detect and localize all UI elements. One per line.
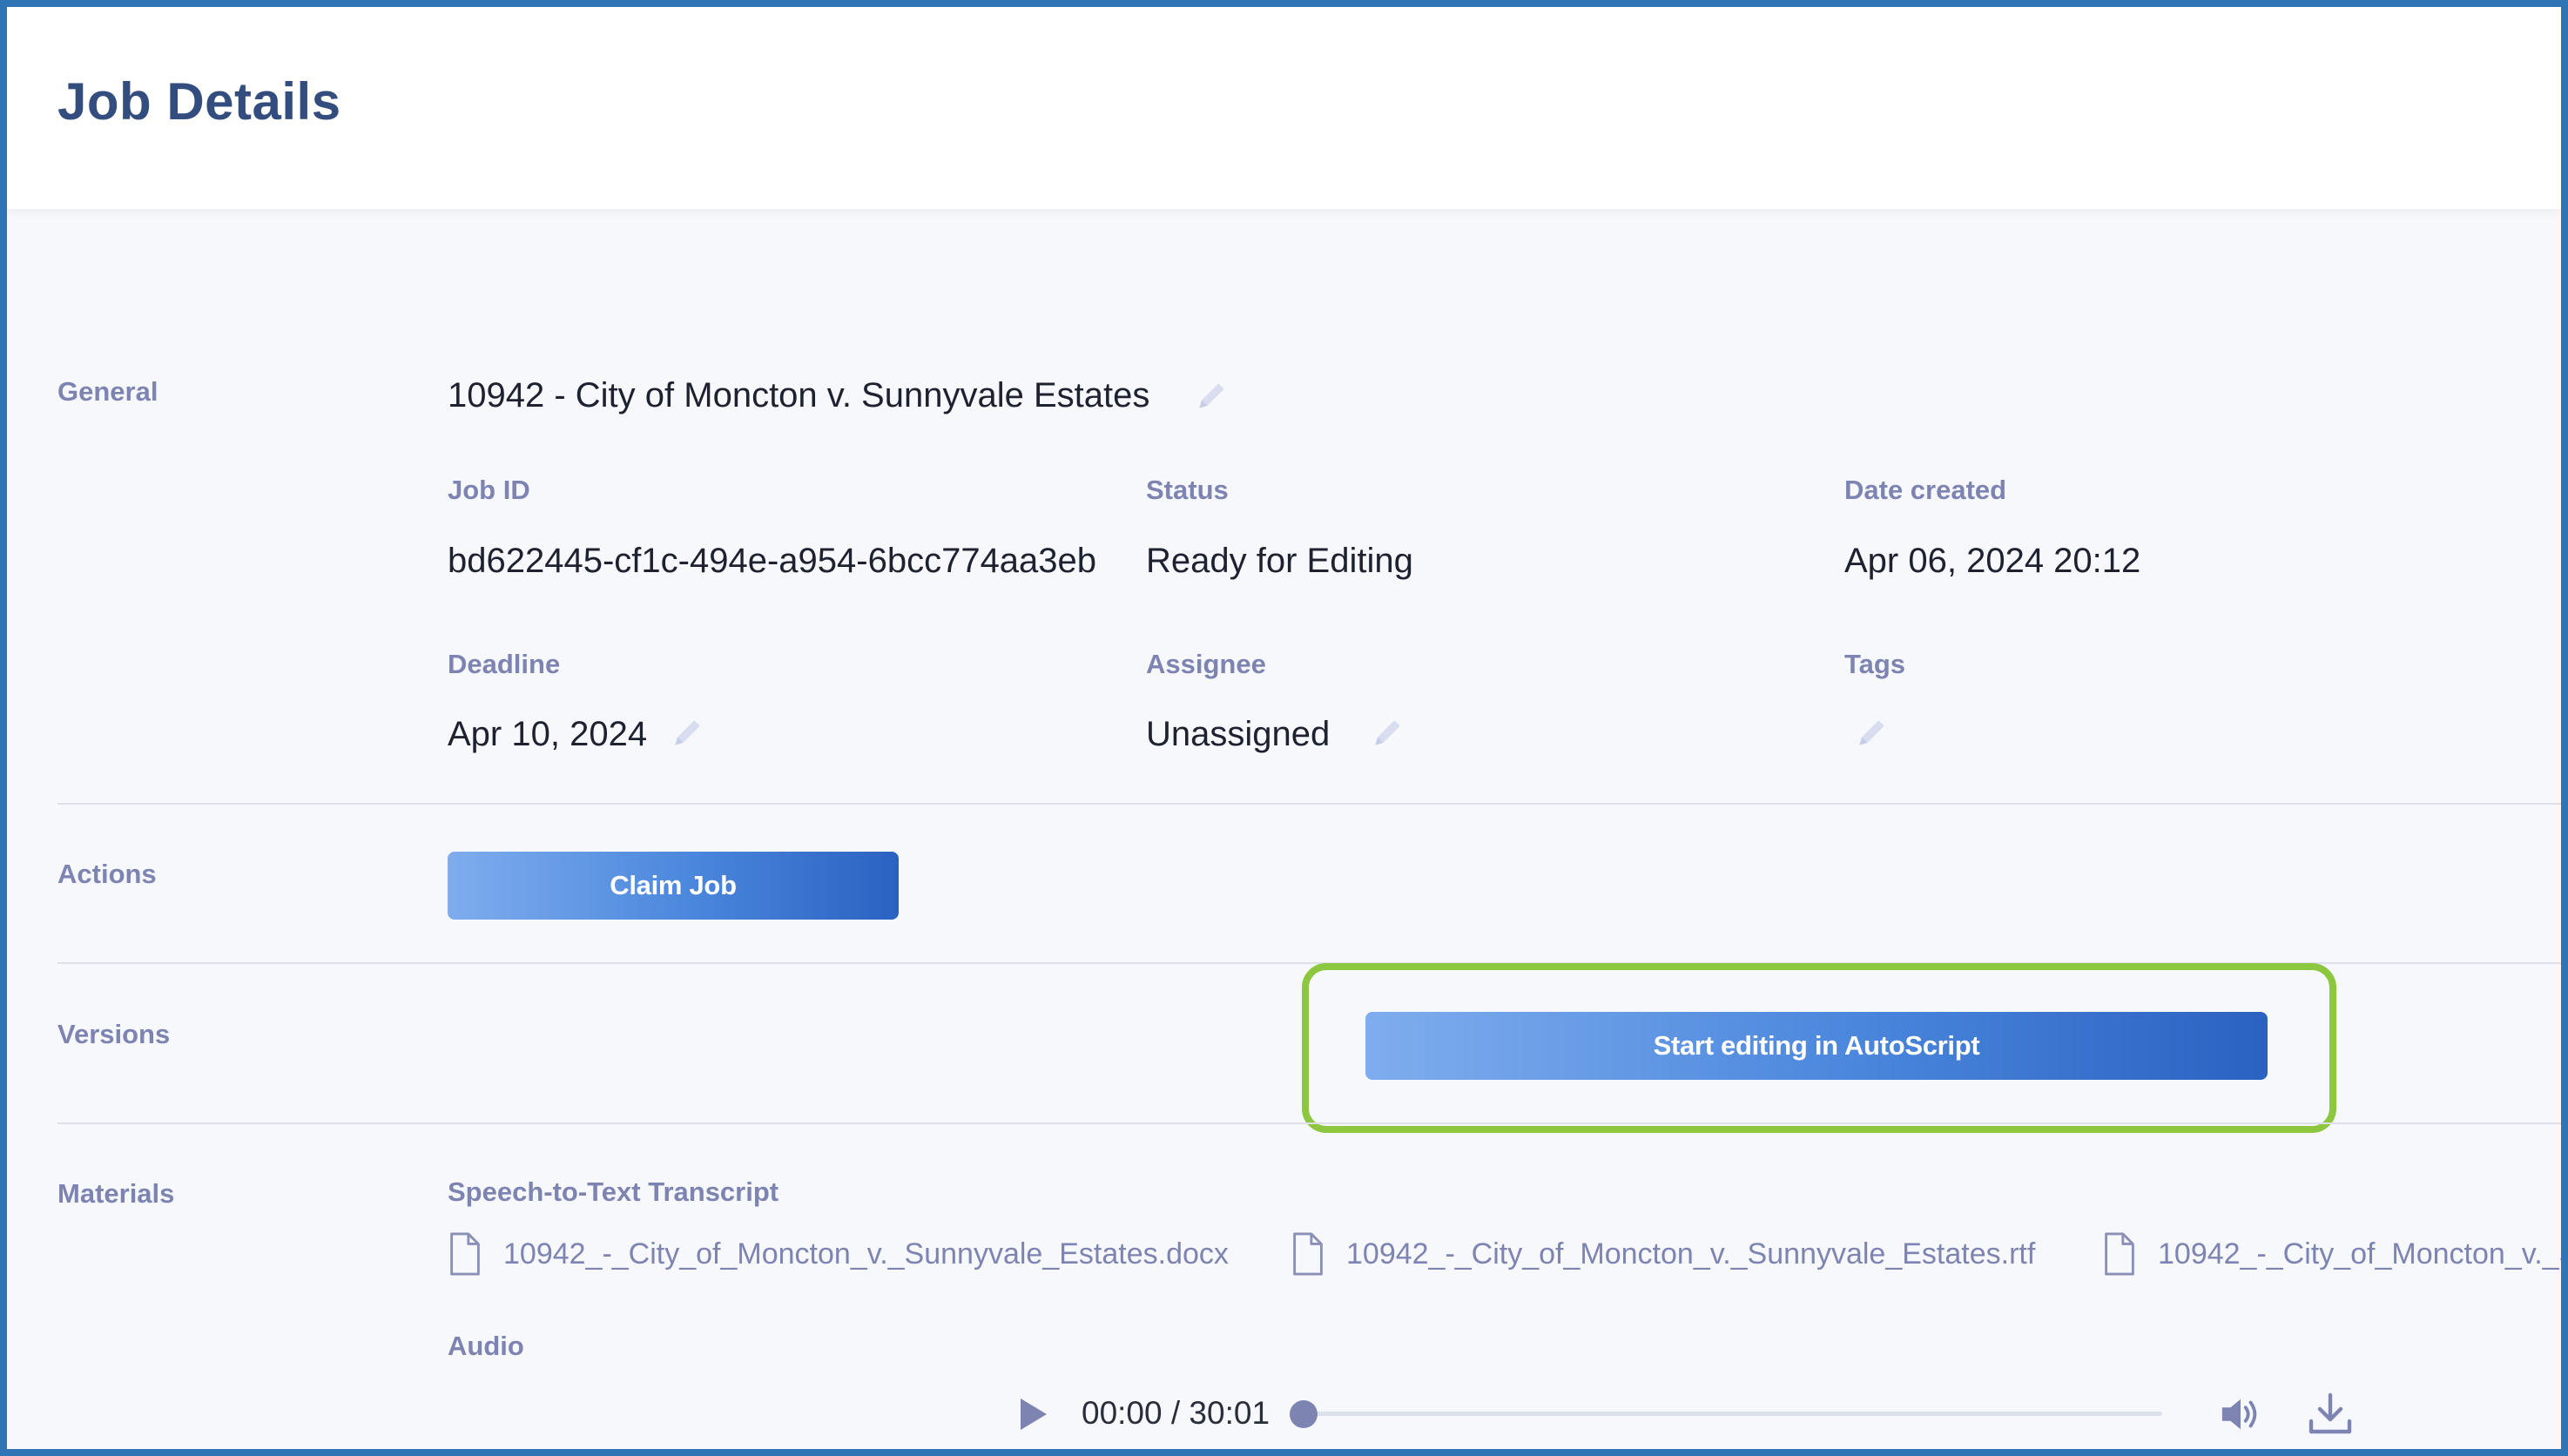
- document-icon: [1291, 1232, 1325, 1276]
- file-name: 10942_-_City_of_Moncton_v._Sunnyvale_Est…: [2158, 1237, 2561, 1271]
- date-created-label: Date created: [1844, 475, 2007, 505]
- audio-time-display: 00:00 / 30:01: [1082, 1395, 1271, 1431]
- play-icon[interactable]: [1017, 1397, 1048, 1432]
- job-id-value: bd622445-cf1c-494e-a954-6bcc774aa3eb: [448, 542, 1097, 580]
- claim-job-button[interactable]: Claim Job: [448, 852, 899, 920]
- job-name: 10942 - City of Moncton v. Sunnyvale Est…: [448, 376, 1150, 415]
- deadline-label: Deadline: [448, 649, 561, 679]
- section-label-materials: Materials: [57, 1178, 175, 1209]
- audio-heading: Audio: [448, 1331, 524, 1361]
- section-label-actions: Actions: [57, 859, 157, 889]
- transcript-file-docx[interactable]: 10942_-_City_of_Moncton_v._Sunnyvale_Est…: [448, 1232, 1229, 1276]
- file-name: 10942_-_City_of_Moncton_v._Sunnyvale_Est…: [1346, 1237, 2036, 1271]
- start-editing-autoscript-button[interactable]: Start editing in AutoScript: [1365, 1012, 2268, 1080]
- edit-tags-pencil-icon[interactable]: [1853, 713, 1891, 752]
- document-icon: [448, 1232, 482, 1276]
- app-window: Job Details General 10942 - City of Monc…: [0, 0, 2568, 1456]
- edit-assignee-pencil-icon[interactable]: [1369, 713, 1407, 752]
- edit-job-name-pencil-icon[interactable]: [1193, 376, 1231, 415]
- transcript-heading: Speech-to-Text Transcript: [448, 1176, 779, 1207]
- audio-player: 00:00 / 30:01: [1000, 1383, 2358, 1444]
- audio-seek-thumb[interactable]: [1290, 1400, 1318, 1428]
- download-icon[interactable]: [2306, 1390, 2355, 1439]
- page-header: Job Details: [7, 7, 2561, 209]
- divider: [57, 803, 2561, 805]
- divider: [57, 1122, 2561, 1124]
- status-value: Ready for Editing: [1146, 542, 1413, 580]
- file-name: 10942_-_City_of_Moncton_v._Sunnyvale_Est…: [503, 1237, 1229, 1271]
- edit-deadline-pencil-icon[interactable]: [669, 713, 707, 752]
- volume-icon[interactable]: [2219, 1393, 2262, 1435]
- section-label-general: General: [57, 376, 158, 407]
- job-id-label: Job ID: [448, 475, 530, 505]
- status-label: Status: [1146, 475, 1229, 505]
- tags-label: Tags: [1844, 649, 1906, 679]
- transcript-file-rtf[interactable]: 10942_-_City_of_Moncton_v._Sunnyvale_Est…: [1291, 1232, 2035, 1276]
- assignee-value: Unassigned: [1146, 715, 1331, 753]
- page-title: Job Details: [57, 72, 341, 131]
- transcript-file-third[interactable]: 10942_-_City_of_Moncton_v._Sunnyvale_Est…: [2102, 1232, 2561, 1276]
- document-icon: [2102, 1232, 2137, 1276]
- audio-seek-track[interactable]: [1291, 1412, 2162, 1416]
- deadline-value: Apr 10, 2024: [448, 715, 648, 753]
- assignee-label: Assignee: [1146, 649, 1266, 679]
- date-created-value: Apr 06, 2024 20:12: [1844, 542, 2141, 580]
- section-label-versions: Versions: [57, 1019, 171, 1049]
